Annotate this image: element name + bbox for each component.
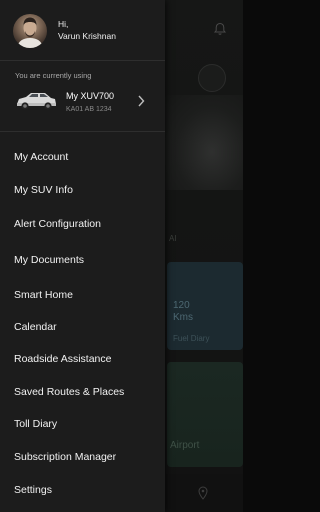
profile-header[interactable]: Hi, Varun Krishnan — [0, 0, 165, 60]
menu-item-label: My Account — [14, 151, 69, 163]
vehicle-plate: KA01 AB 1234 — [66, 106, 112, 113]
divider — [0, 131, 165, 132]
tile-number: 120 — [173, 300, 190, 311]
car-icon — [17, 93, 56, 110]
airport-label: Airport — [170, 440, 200, 451]
tile-label: Fuel Diary — [173, 334, 210, 343]
navigation-drawer: Hi, Varun Krishnan You are currently usi… — [0, 0, 165, 512]
tile-unit: Kms — [173, 312, 193, 323]
menu-item-my-suv-info[interactable]: My SUV Info — [0, 175, 165, 205]
location-pin-icon[interactable] — [197, 486, 209, 500]
menu-item-label: Saved Routes & Places — [14, 386, 125, 398]
tile-value: 120 Kms — [173, 300, 193, 324]
menu-item-label: Settings — [14, 484, 52, 496]
car-image — [165, 95, 243, 190]
bell-icon[interactable] — [213, 22, 227, 36]
chevron-right-icon[interactable] — [137, 95, 145, 107]
car-status-icon[interactable] — [198, 64, 226, 92]
menu-item-calendar[interactable]: Calendar — [0, 312, 165, 342]
vehicle-section-label: You are currently using — [15, 71, 92, 80]
menu-item-label: Subscription Manager — [14, 451, 117, 463]
airport-card[interactable] — [167, 362, 243, 467]
app-screen: AI 120 Kms Fuel Diary Airport Hi, Varun … — [0, 0, 243, 512]
menu-item-label: My SUV Info — [14, 184, 73, 196]
menu-item-smart-home[interactable]: Smart Home — [0, 280, 165, 310]
menu-item-label: Smart Home — [14, 289, 73, 301]
menu-item-label: Calendar — [14, 321, 57, 333]
vehicle-name: My XUV700 — [66, 91, 115, 101]
menu-item-alert-configuration[interactable]: Alert Configuration — [0, 209, 165, 239]
menu-item-my-documents[interactable]: My Documents — [0, 245, 165, 275]
vehicle-selector[interactable]: My XUV700 KA01 AB 1234 — [0, 84, 165, 124]
menu-item-roadside-assistance[interactable]: Roadside Assistance — [0, 344, 165, 374]
menu-item-subscription-manager[interactable]: Subscription Manager — [0, 442, 165, 472]
user-name: Varun Krishnan — [58, 31, 116, 41]
divider — [0, 60, 165, 61]
menu-item-settings[interactable]: Settings — [0, 475, 165, 505]
avatar-image — [17, 17, 43, 48]
menu-item-my-account[interactable]: My Account — [0, 142, 165, 172]
menu-item-label: Roadside Assistance — [14, 353, 112, 365]
avatar[interactable] — [13, 14, 47, 48]
menu-item-label: Alert Configuration — [14, 218, 101, 230]
section-label: AI — [169, 234, 177, 243]
menu-item-saved-routes[interactable]: Saved Routes & Places — [0, 377, 165, 407]
menu-item-label: Toll Diary — [14, 418, 58, 430]
menu-item-label: My Documents — [14, 254, 85, 266]
menu-item-toll-diary[interactable]: Toll Diary — [0, 409, 165, 439]
